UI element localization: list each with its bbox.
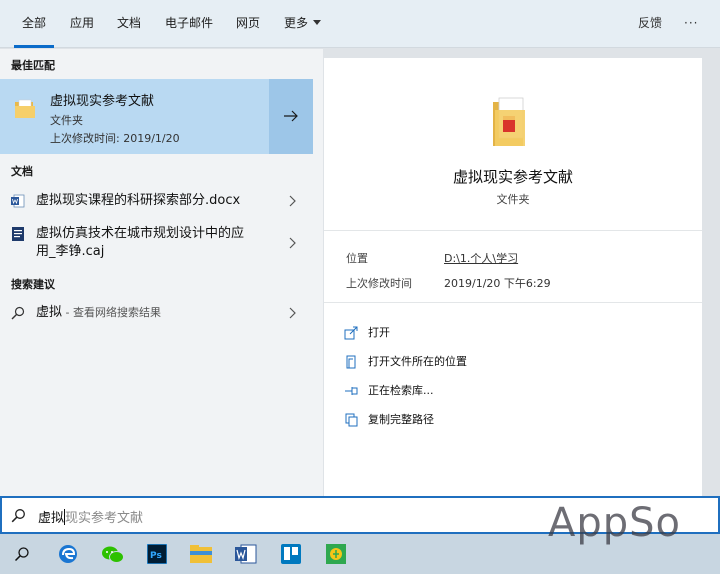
- chevron-right-icon: [289, 195, 296, 207]
- open-action-label: 打开: [368, 326, 390, 339]
- more-options-button[interactable]: ···: [684, 0, 698, 48]
- document-title-line2: 用_李铮.caj: [36, 244, 105, 259]
- folder-icon: [15, 99, 35, 118]
- search-icon: [14, 547, 29, 562]
- copy-full-path-label: 复制完整路径: [368, 413, 434, 426]
- tab-email[interactable]: 电子邮件: [165, 0, 213, 48]
- wechat-icon: [102, 546, 124, 563]
- arrow-right-icon: [284, 110, 298, 122]
- divider: [324, 302, 702, 303]
- location-label: 位置: [346, 252, 368, 265]
- suggestion-hint: - 查看网络搜索结果: [62, 306, 161, 319]
- file-explorer-icon: [190, 545, 212, 563]
- open-file-location-action[interactable]: 打开文件所在的位置: [344, 353, 467, 369]
- best-match-modified: 上次修改时间: 2019/1/20: [50, 132, 180, 145]
- suggestion-text: 虚拟 - 查看网络搜索结果: [36, 304, 161, 322]
- caj-document-icon: [12, 227, 24, 241]
- document-title: 虚拟现实课程的科研探索部分.docx: [36, 193, 241, 208]
- edge-button[interactable]: [48, 538, 88, 570]
- word-icon: [235, 544, 257, 564]
- open-file-location-label: 打开文件所在的位置: [368, 355, 467, 368]
- preview-title: 虚拟现实参考文献: [452, 168, 573, 186]
- pin-icon: [345, 387, 358, 395]
- best-match-heading: 最佳匹配: [11, 59, 55, 72]
- edge-icon: [59, 545, 77, 563]
- modified-value: 2019/1/20 下午6:29: [444, 277, 551, 290]
- tab-documents[interactable]: 文档: [117, 0, 141, 48]
- tab-web[interactable]: 网页: [236, 0, 260, 48]
- tab-more[interactable]: 更多: [284, 0, 322, 48]
- search-scope-tabs: 全部 应用 文档 电子邮件 网页 更多 反馈 ···: [0, 0, 720, 48]
- tab-all[interactable]: 全部: [14, 0, 54, 48]
- copy-icon: [345, 413, 358, 427]
- results-list: 最佳匹配 虚拟现实参考文献 文件夹 上次修改时间: 2019/1/20 文档 虚…: [0, 49, 323, 496]
- best-match-title: 虚拟现实参考文献: [50, 94, 155, 109]
- tab-more-label: 更多: [284, 16, 309, 30]
- word-button[interactable]: [226, 538, 266, 570]
- document-title-line1: 虚拟仿真技术在城市规划设计中的应: [36, 226, 245, 241]
- indexing-library-label: 正在检索库...: [368, 384, 434, 397]
- search-typed-text: 虚拟: [38, 511, 65, 526]
- file-location-icon: [346, 355, 356, 369]
- app-icon: [326, 544, 346, 564]
- modified-label: 上次修改时间: [346, 277, 412, 290]
- tab-apps[interactable]: 应用: [70, 0, 94, 48]
- divider: [324, 230, 702, 231]
- document-item[interactable]: 虚拟仿真技术在城市规划设计中的应 用_李铮.caj: [0, 223, 313, 263]
- indexing-library-action[interactable]: 正在检索库...: [344, 382, 434, 398]
- word-document-icon: [11, 194, 25, 208]
- preview-pane: 虚拟现实参考文献 文件夹 位置 D:\1.个人\学习 上次修改时间 2019/1…: [324, 58, 702, 496]
- document-item[interactable]: 虚拟现实课程的科研探索部分.docx: [0, 189, 313, 213]
- best-match-item[interactable]: 虚拟现实参考文献 文件夹 上次修改时间: 2019/1/20: [0, 79, 313, 154]
- svg-text:Ps: Ps: [150, 551, 162, 561]
- trello-button[interactable]: [271, 538, 311, 570]
- copy-full-path-action[interactable]: 复制完整路径: [344, 411, 434, 427]
- chevron-down-icon: [313, 20, 322, 25]
- feedback-button[interactable]: 反馈: [638, 0, 662, 48]
- appso-watermark: AppSo: [548, 500, 682, 546]
- search-icon: [11, 509, 25, 523]
- folder-preview-icon: [493, 97, 525, 146]
- document-title: 虚拟仿真技术在城市规划设计中的应 用_李铮.caj: [36, 225, 244, 261]
- wechat-button[interactable]: [93, 538, 133, 570]
- file-explorer-button[interactable]: [181, 538, 221, 570]
- photoshop-button[interactable]: Ps: [137, 538, 177, 570]
- trello-icon: [281, 544, 301, 564]
- search-input[interactable]: 虚拟现实参考文献: [38, 507, 143, 526]
- app-button[interactable]: [316, 538, 356, 570]
- taskbar-search-button[interactable]: [2, 538, 42, 570]
- search-suggestions-heading: 搜索建议: [11, 278, 55, 291]
- chevron-right-icon: [289, 307, 296, 319]
- search-autocomplete-text: 现实参考文献: [65, 511, 144, 526]
- open-action[interactable]: 打开: [344, 324, 390, 340]
- search-icon: [11, 306, 25, 320]
- photoshop-icon: Ps: [147, 544, 167, 564]
- chevron-right-icon: [289, 237, 296, 249]
- suggestion-term: 虚拟: [36, 305, 63, 320]
- open-details-button[interactable]: [269, 79, 313, 154]
- preview-type: 文件夹: [496, 193, 530, 206]
- best-match-type: 文件夹: [50, 114, 83, 127]
- open-icon: [344, 326, 358, 340]
- documents-heading: 文档: [11, 165, 33, 178]
- location-link[interactable]: D:\1.个人\学习: [444, 250, 518, 266]
- web-search-suggestion[interactable]: 虚拟 - 查看网络搜索结果: [0, 301, 313, 325]
